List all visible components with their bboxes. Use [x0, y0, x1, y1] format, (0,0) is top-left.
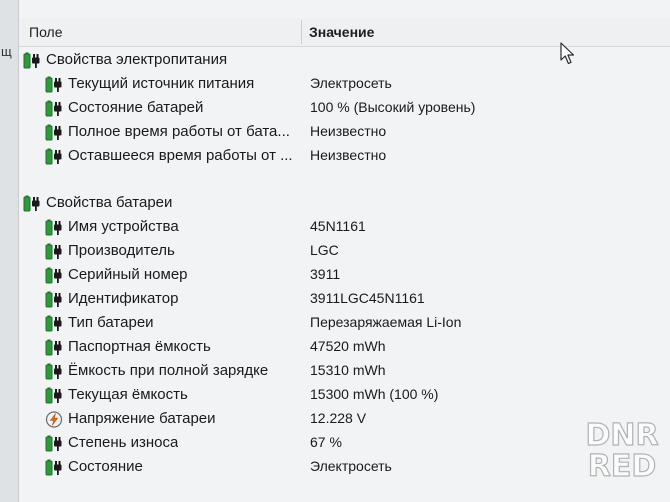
item-value: 100 % (Высокий уровень): [310, 99, 476, 115]
column-value-header[interactable]: Значение: [309, 24, 374, 40]
battery-icon: [45, 339, 62, 356]
battery-icon: [45, 243, 62, 260]
item-value: 45N1161: [310, 218, 366, 234]
list-item[interactable]: Серийный номер 3911: [19, 263, 670, 287]
watermark-logo: DNR RED: [579, 418, 665, 500]
item-value: 47520 mWh: [310, 338, 386, 354]
battery-icon: [45, 363, 62, 380]
item-value: LGC: [310, 242, 339, 258]
item-value: Электросеть: [310, 458, 392, 474]
item-label: Ёмкость при полной зарядке: [68, 362, 269, 379]
list-item[interactable]: Оставшееся время работы от ... Неизвестн…: [19, 144, 670, 168]
item-value: 12.228 V: [310, 410, 367, 426]
group-battery-properties[interactable]: Свойства батареи: [19, 191, 670, 215]
voltage-icon: [45, 411, 63, 428]
battery-icon: [45, 124, 62, 141]
watermark-line-2: RED: [587, 449, 657, 484]
watermark-line-1: DNR: [585, 418, 659, 453]
battery-icon: [45, 291, 62, 308]
item-label: Идентификатор: [68, 290, 179, 307]
list-item[interactable]: Полное время работы от бата... Неизвестн…: [19, 120, 670, 144]
item-value: 15310 mWh: [310, 362, 386, 378]
properties-list-view[interactable]: Поле Значение Свойства электропитания Те…: [19, 0, 670, 502]
list-item[interactable]: Тип батареи Перезаряжаемая Li-Ion: [19, 311, 670, 335]
group-title: Свойства батареи: [46, 194, 173, 211]
battery-icon: [45, 100, 62, 117]
item-value: 3911LGC45N1161: [310, 290, 425, 306]
list-item[interactable]: Текущая ёмкость 15300 mWh (100 %): [19, 383, 670, 407]
item-value: Перезаряжаемая Li-Ion: [310, 314, 462, 330]
item-value: 15300 mWh (100 %): [310, 386, 439, 402]
list-item[interactable]: Текущий источник питания Электросеть: [19, 72, 670, 96]
group-title: Свойства электропитания: [46, 51, 228, 68]
item-label: Оставшееся время работы от ...: [68, 147, 293, 164]
item-label: Паспортная ёмкость: [68, 338, 211, 355]
battery-icon: [45, 267, 62, 284]
list-item[interactable]: Ёмкость при полной зарядке 15310 mWh: [19, 359, 670, 383]
item-value: Неизвестно: [310, 147, 387, 163]
item-label: Имя устройства: [68, 218, 179, 235]
left-panel-cut-text: щ: [1, 44, 12, 59]
item-label: Состояние батарей: [68, 99, 204, 116]
list-item[interactable]: Напряжение батареи 12.228 V: [19, 407, 670, 431]
item-value: 3911: [310, 266, 341, 282]
item-label: Состояние: [68, 458, 143, 475]
battery-icon: [23, 195, 40, 212]
item-label: Степень износа: [68, 434, 179, 451]
battery-icon: [45, 387, 62, 404]
list-item[interactable]: Паспортная ёмкость 47520 mWh: [19, 335, 670, 359]
list-item[interactable]: Производитель LGC: [19, 239, 670, 263]
list-item[interactable]: Состояние Электросеть: [19, 455, 670, 479]
list-item[interactable]: Имя устройства 45N1161: [19, 215, 670, 239]
battery-icon: [45, 435, 62, 452]
item-label: Тип батареи: [68, 314, 154, 331]
battery-icon: [45, 315, 62, 332]
battery-icon: [45, 459, 62, 476]
battery-icon: [45, 76, 62, 93]
item-label: Текущий источник питания: [68, 75, 255, 92]
item-label: Текущая ёмкость: [68, 386, 188, 403]
column-field-header[interactable]: Поле: [29, 24, 63, 40]
item-label: Серийный номер: [68, 266, 188, 283]
left-panel-edge: щ: [0, 0, 19, 502]
item-label: Напряжение батареи: [68, 410, 216, 427]
list-item[interactable]: Состояние батарей 100 % (Высокий уровень…: [19, 96, 670, 120]
item-label: Производитель: [68, 242, 175, 259]
battery-icon: [23, 52, 40, 69]
mouse-cursor-icon: [560, 42, 575, 65]
item-value: Неизвестно: [310, 123, 387, 139]
item-value: Электросеть: [310, 75, 392, 91]
list-item[interactable]: Степень износа 67 %: [19, 431, 670, 455]
item-value: 67 %: [310, 434, 342, 450]
item-label: Полное время работы от бата...: [68, 123, 290, 140]
column-separator[interactable]: [301, 20, 302, 44]
battery-icon: [45, 219, 62, 236]
battery-icon: [45, 148, 62, 165]
list-item[interactable]: Идентификатор 3911LGC45N1161: [19, 287, 670, 311]
